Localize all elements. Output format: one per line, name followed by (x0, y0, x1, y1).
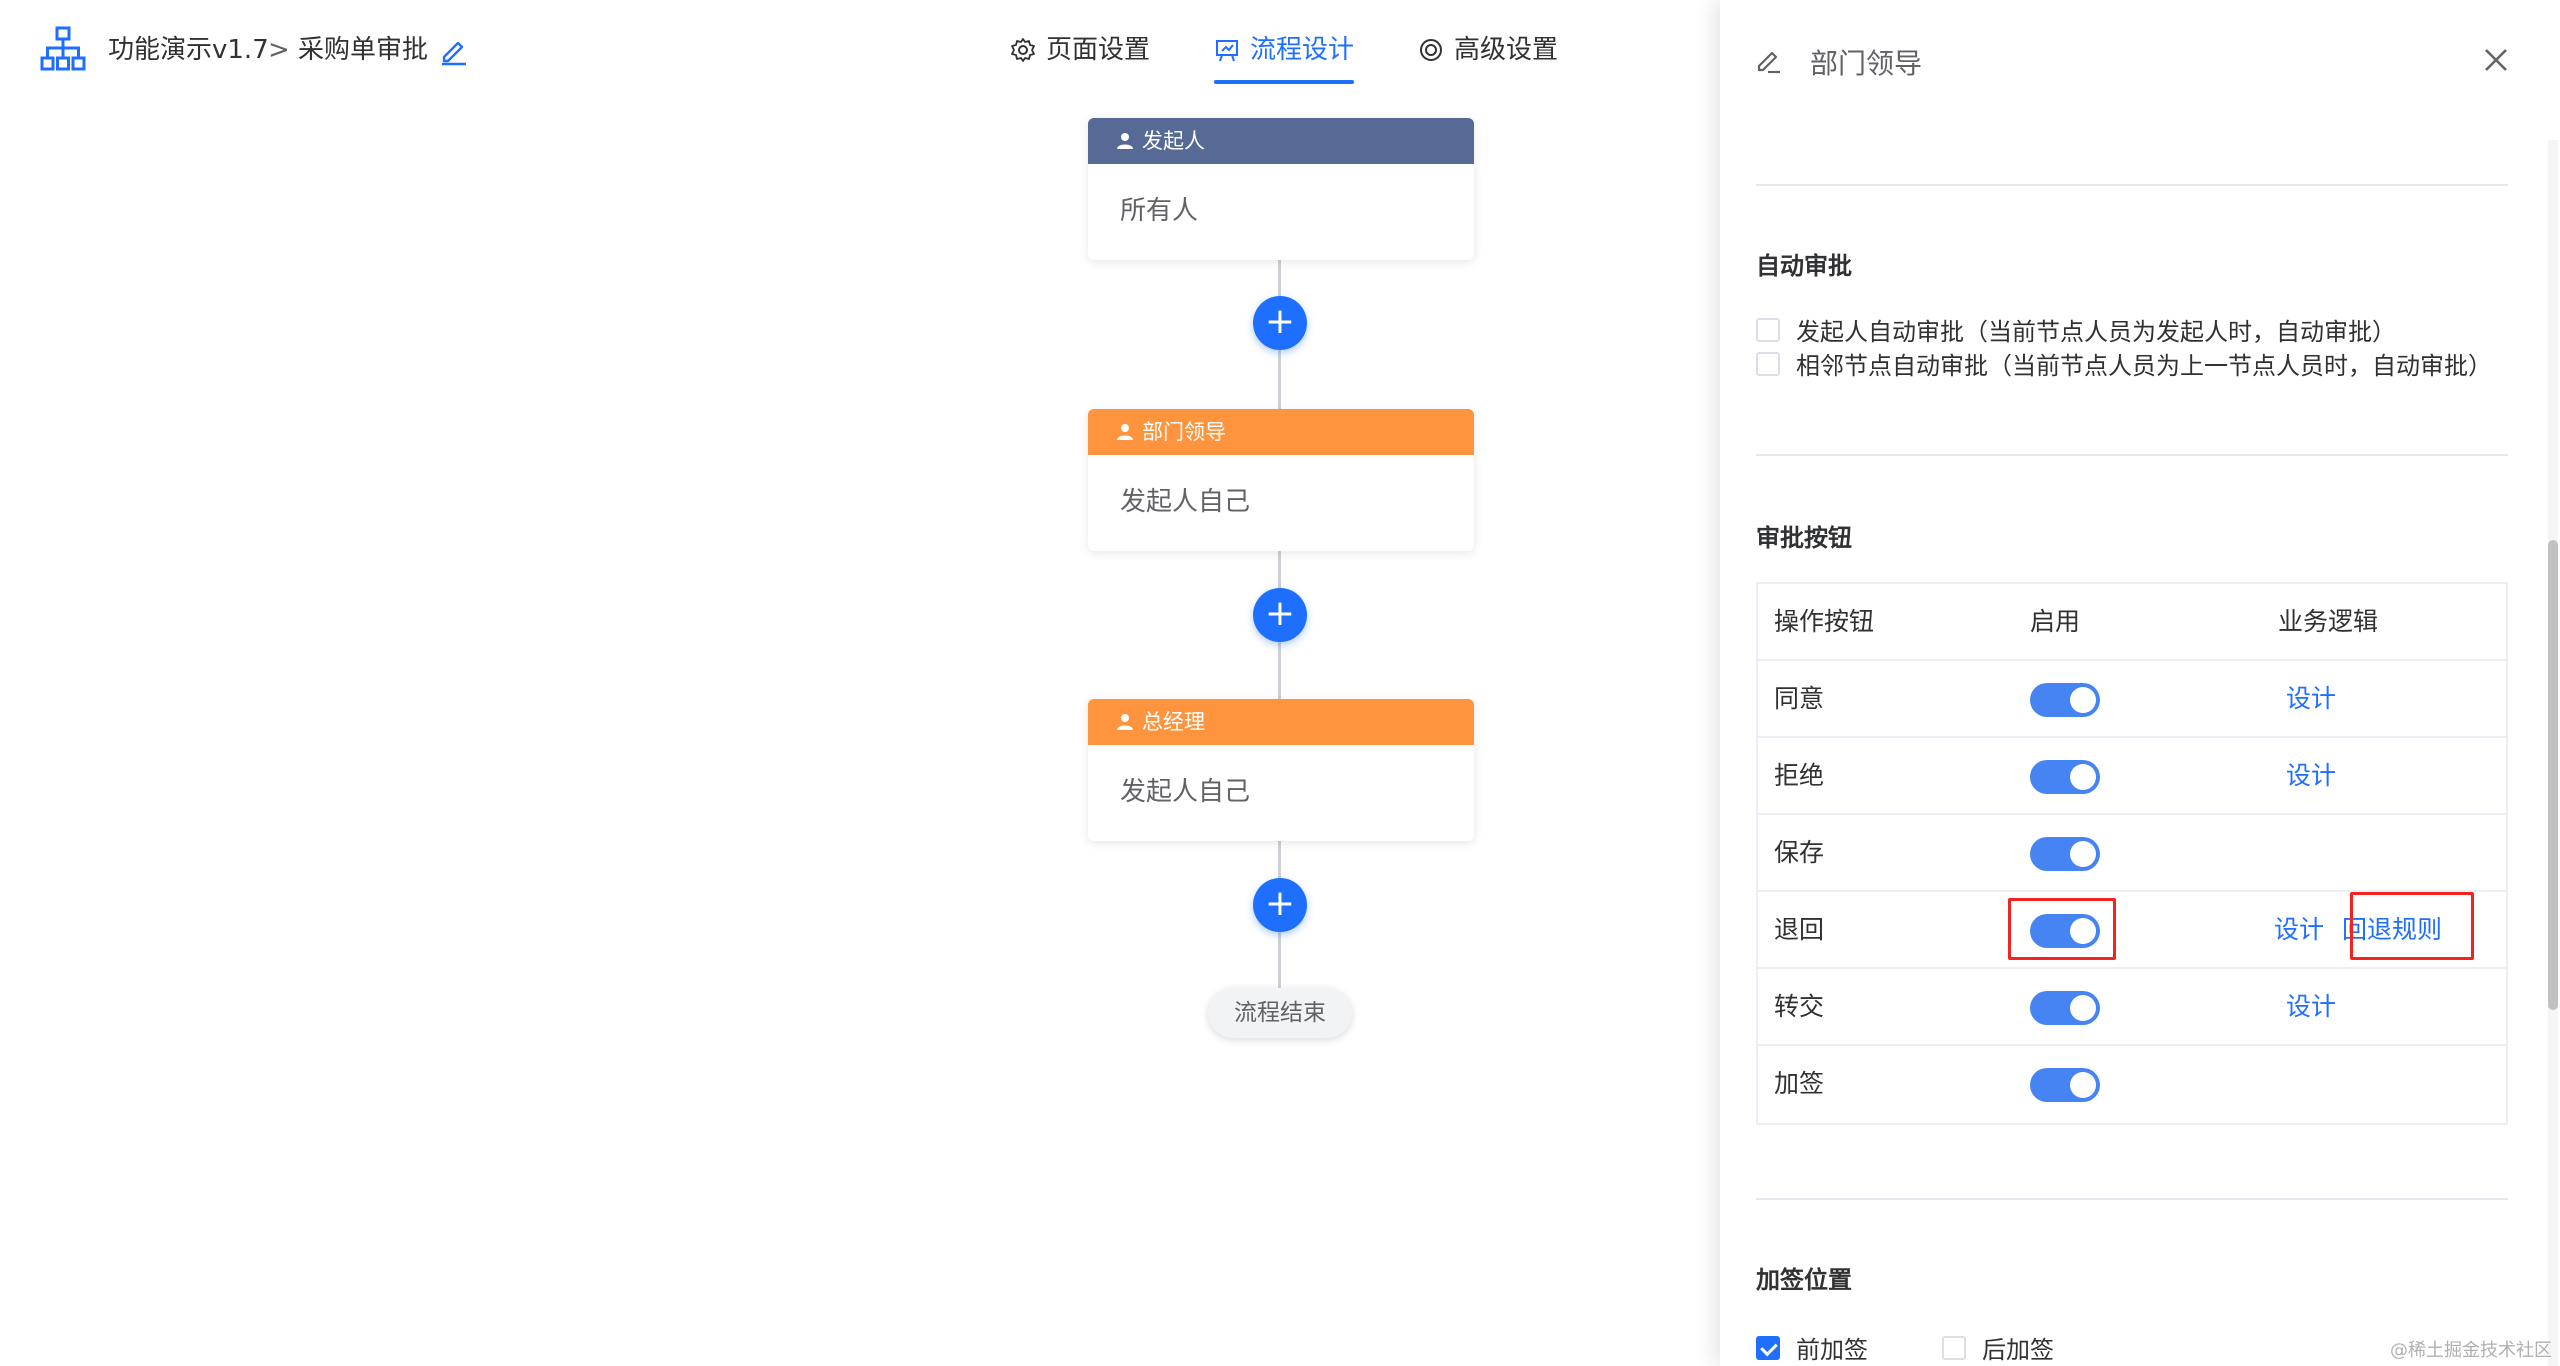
watermark: @稀土掘金技术社区 (2390, 1340, 2552, 1361)
edit-icon[interactable] (438, 34, 470, 66)
table-header-row: 操作按钮 启用 业务逻辑 (1758, 584, 2506, 661)
column-header: 业务逻辑 (2278, 607, 2379, 636)
highlight-box (2008, 898, 2116, 960)
flow-icon (1216, 40, 1238, 62)
user-icon (1117, 424, 1133, 440)
column-header: 启用 (2030, 607, 2081, 636)
tab-label: 页面设置 (1046, 35, 1151, 65)
flow-end: 流程结束 (1208, 988, 1352, 1038)
tab-flow-design[interactable]: 流程设计 (1214, 30, 1355, 84)
tab-label: 流程设计 (1250, 35, 1355, 65)
enable-toggle[interactable] (2030, 683, 2100, 717)
node-body: 发起人自己 (1120, 777, 1251, 807)
table-row-add-sign: 加签 (1758, 1046, 2506, 1123)
add-node-button[interactable]: + (1253, 878, 1307, 932)
enable-toggle[interactable] (2030, 991, 2100, 1025)
pen-icon (1757, 51, 1780, 74)
table-row-reject: 拒绝 设计 (1758, 738, 2506, 815)
design-link[interactable]: 设计 (2274, 892, 2324, 967)
sign-position-title: 加签位置 (1756, 1266, 1852, 1294)
button-name: 保存 (1774, 838, 1825, 867)
checkbox[interactable] (1756, 351, 1780, 376)
checkbox-label: 发起人自动审批（当前节点人员为发起人时，自动审批） (1796, 318, 2396, 346)
design-link[interactable]: 设计 (2286, 969, 2336, 1044)
divider (1756, 184, 2508, 186)
gear-icon (1011, 38, 1035, 62)
checkbox-label: 相邻节点自动审批（当前节点人员为上一节点人员时，自动审批） (1796, 352, 2492, 380)
sign-before-option[interactable]: 前加签 (1756, 1330, 1868, 1365)
sign-after-option[interactable]: 后加签 (1942, 1330, 2054, 1365)
checkbox[interactable] (1756, 317, 1780, 342)
button-name: 转交 (1774, 992, 1825, 1021)
settings-icon (1420, 39, 1442, 61)
flow-node-dept-leader[interactable]: 部门领导 发起人自己 (1088, 409, 1474, 551)
enable-toggle[interactable] (2030, 1068, 2100, 1102)
form-name: 采购单审批 (298, 35, 429, 65)
button-name: 退回 (1774, 915, 1825, 944)
add-node-button[interactable]: + (1253, 296, 1307, 350)
scrollbar-thumb[interactable] (2548, 540, 2558, 1010)
user-icon (1117, 714, 1133, 730)
button-name: 拒绝 (1774, 761, 1825, 790)
highlight-box (2350, 892, 2474, 960)
auto-approve-title: 自动审批 (1756, 252, 1852, 280)
node-header: 发起人 (1088, 118, 1474, 164)
tab-label: 高级设置 (1454, 35, 1559, 65)
checkbox[interactable] (1756, 1335, 1780, 1360)
node-title: 总经理 (1142, 710, 1205, 734)
divider (1756, 454, 2508, 456)
tab-page-settings[interactable]: 页面设置 (1010, 30, 1150, 80)
table-row-approve: 同意 设计 (1758, 661, 2506, 738)
node-title: 部门领导 (1142, 420, 1226, 444)
auto-approve-adjacent-option[interactable]: 相邻节点自动审批（当前节点人员为上一节点人员时，自动审批） (1756, 346, 2492, 381)
node-body: 发起人自己 (1120, 487, 1251, 517)
table-row-transfer: 转交 设计 (1758, 969, 2506, 1046)
drawer-title[interactable]: 部门领导 (1810, 42, 1922, 82)
approve-buttons-table: 操作按钮 启用 业务逻辑 同意 设计 拒绝 设计 保存 退回 设计 回退规则 转… (1756, 582, 2508, 1125)
breadcrumb-separator: > (268, 35, 290, 65)
table-row-save: 保存 (1758, 815, 2506, 892)
divider (1756, 1198, 2508, 1200)
flow-node-general-manager[interactable]: 总经理 发起人自己 (1088, 699, 1474, 841)
checkbox[interactable] (1942, 1335, 1966, 1360)
user-icon (1117, 133, 1133, 149)
auto-approve-initiator-option[interactable]: 发起人自动审批（当前节点人员为发起人时，自动审批） (1756, 312, 2396, 347)
node-header: 总经理 (1088, 699, 1474, 745)
node-settings-drawer: 部门领导 自动审批 发起人自动审批（当前节点人员为发起人时，自动审批） 相邻节点… (1720, 0, 2560, 1366)
tab-advanced-settings[interactable]: 高级设置 (1418, 30, 1558, 80)
node-title: 发起人 (1142, 129, 1205, 153)
enable-toggle[interactable] (2030, 760, 2100, 794)
button-name: 加签 (1774, 1069, 1825, 1098)
checkbox-label: 后加签 (1982, 1336, 2054, 1364)
design-link[interactable]: 设计 (2286, 738, 2336, 813)
node-body: 所有人 (1120, 196, 1199, 226)
design-link[interactable]: 设计 (2286, 661, 2336, 736)
add-node-button[interactable]: + (1253, 588, 1307, 642)
close-icon[interactable] (2480, 44, 2512, 76)
org-chart-icon (40, 26, 86, 71)
app-name[interactable]: 功能演示v1.7 (108, 30, 269, 70)
flow-node-initiator[interactable]: 发起人 所有人 (1088, 118, 1474, 260)
button-name: 同意 (1774, 684, 1825, 713)
checkbox-label: 前加签 (1796, 1336, 1868, 1364)
approve-buttons-title: 审批按钮 (1756, 524, 1852, 552)
enable-toggle[interactable] (2030, 837, 2100, 871)
node-header: 部门领导 (1088, 409, 1474, 455)
column-header: 操作按钮 (1774, 607, 1875, 636)
